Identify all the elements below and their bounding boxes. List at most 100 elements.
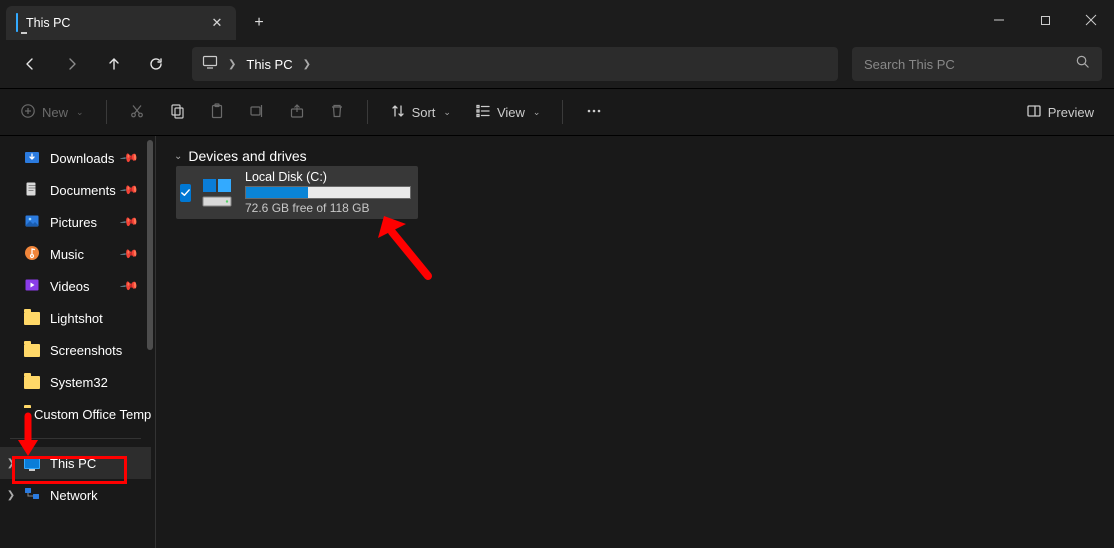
new-tab-button[interactable]: + xyxy=(242,6,276,40)
sidebar-item-music[interactable]: Music 📌 xyxy=(0,238,151,270)
new-label: New xyxy=(42,105,68,120)
new-button[interactable]: New ⌄ xyxy=(10,94,94,130)
drive-tile[interactable]: Local Disk (C:) 72.6 GB free of 118 GB xyxy=(176,166,418,219)
sidebar-item-pictures[interactable]: Pictures 📌 xyxy=(0,206,151,238)
thispc-icon xyxy=(16,14,18,32)
sidebar-item-folder[interactable]: System32 xyxy=(0,366,151,398)
drive-usage-bar xyxy=(245,186,411,199)
chevron-right-icon: ❯ xyxy=(303,59,311,70)
folder-icon xyxy=(24,344,40,357)
separator xyxy=(367,100,368,124)
sidebar-item-videos[interactable]: Videos 📌 xyxy=(0,270,151,302)
downloads-icon xyxy=(24,149,40,168)
cut-button[interactable] xyxy=(119,94,155,130)
music-icon xyxy=(24,245,40,264)
share-button[interactable] xyxy=(279,94,315,130)
documents-icon xyxy=(24,181,40,200)
maximize-button[interactable] xyxy=(1022,0,1068,40)
drive-free-text: 72.6 GB free of 118 GB xyxy=(245,201,411,215)
sidebar-item-label: System32 xyxy=(50,375,108,390)
sidebar-item-label: Screenshots xyxy=(50,343,122,358)
ellipsis-icon xyxy=(585,103,603,122)
view-icon xyxy=(475,103,491,122)
main-area: Downloads 📌 Documents 📌 Pictures 📌 Music… xyxy=(0,136,1114,548)
chevron-right-icon[interactable]: ❯ xyxy=(4,490,18,501)
chevron-right-icon[interactable]: ❯ xyxy=(4,458,18,469)
paste-button[interactable] xyxy=(199,94,235,130)
network-icon xyxy=(24,486,40,505)
chevron-down-icon: ⌄ xyxy=(443,107,451,118)
sidebar-item-folder[interactable]: Lightshot xyxy=(0,302,151,334)
sidebar-scrollbar[interactable] xyxy=(143,136,155,548)
forward-button[interactable] xyxy=(54,47,90,81)
delete-button[interactable] xyxy=(319,94,355,130)
tabbar: This PC ✕ + xyxy=(0,0,276,40)
thispc-icon xyxy=(24,457,40,469)
sidebar-item-label: Lightshot xyxy=(50,311,103,326)
tab-title: This PC xyxy=(26,16,200,30)
drive-name: Local Disk (C:) xyxy=(245,170,411,184)
search-icon xyxy=(1075,54,1090,74)
sidebar-item-downloads[interactable]: Downloads 📌 xyxy=(0,142,151,174)
copy-button[interactable] xyxy=(159,94,195,130)
view-button[interactable]: View ⌄ xyxy=(465,94,551,130)
pin-icon: 📌 xyxy=(119,276,139,296)
sidebar-item-folder[interactable]: Custom Office Templates xyxy=(0,398,151,430)
search-box[interactable] xyxy=(852,47,1102,81)
drive-icon xyxy=(199,175,235,211)
paste-icon xyxy=(209,103,225,122)
sidebar-item-network[interactable]: ❯ Network xyxy=(0,479,151,511)
sort-label: Sort xyxy=(412,105,436,120)
chevron-down-icon: ⌄ xyxy=(76,107,84,118)
chevron-down-icon: ⌄ xyxy=(533,107,541,118)
sort-icon xyxy=(390,103,406,122)
group-header[interactable]: ⌄ Devices and drives xyxy=(174,148,1098,164)
copy-icon xyxy=(169,103,185,122)
monitor-icon xyxy=(202,54,218,75)
drive-checkbox[interactable] xyxy=(180,184,191,202)
sidebar-item-label: Music xyxy=(50,247,84,262)
rename-button[interactable] xyxy=(239,94,275,130)
trash-icon xyxy=(329,103,345,122)
sidebar-item-folder[interactable]: Screenshots xyxy=(0,334,151,366)
sidebar-item-thispc[interactable]: ❯ This PC xyxy=(0,447,151,479)
breadcrumb-location[interactable]: This PC xyxy=(246,57,292,72)
titlebar: This PC ✕ + xyxy=(0,0,1114,40)
search-input[interactable] xyxy=(864,57,1075,72)
group-header-label: Devices and drives xyxy=(188,148,306,164)
sidebar-item-label: Custom Office Templates xyxy=(34,407,151,422)
sidebar: Downloads 📌 Documents 📌 Pictures 📌 Music… xyxy=(0,136,155,548)
rename-icon xyxy=(249,103,265,122)
sidebar-item-label: Pictures xyxy=(50,215,97,230)
separator xyxy=(106,100,107,124)
sidebar-item-documents[interactable]: Documents 📌 xyxy=(0,174,151,206)
preview-button[interactable]: Preview xyxy=(1016,94,1104,130)
sidebar-item-label: Documents xyxy=(50,183,116,198)
sort-button[interactable]: Sort ⌄ xyxy=(380,94,461,130)
cut-icon xyxy=(129,103,145,122)
sidebar-item-label: Videos xyxy=(50,279,90,294)
address-bar[interactable]: ❯ This PC ❯ xyxy=(192,47,838,81)
more-button[interactable] xyxy=(575,94,613,130)
minimize-button[interactable] xyxy=(976,0,1022,40)
pin-icon: 📌 xyxy=(119,180,139,200)
chevron-right-icon: ❯ xyxy=(228,59,236,70)
window-controls xyxy=(976,0,1114,40)
pin-icon: 📌 xyxy=(119,244,139,264)
close-window-button[interactable] xyxy=(1068,0,1114,40)
active-tab[interactable]: This PC ✕ xyxy=(6,6,236,40)
videos-icon xyxy=(24,277,40,296)
refresh-button[interactable] xyxy=(138,47,174,81)
folder-icon xyxy=(24,376,40,389)
pictures-icon xyxy=(24,213,40,232)
view-label: View xyxy=(497,105,525,120)
chevron-down-icon: ⌄ xyxy=(174,151,182,162)
plus-circle-icon xyxy=(20,103,36,122)
up-button[interactable] xyxy=(96,47,132,81)
sidebar-item-label: Network xyxy=(50,488,98,503)
back-button[interactable] xyxy=(12,47,48,81)
sidebar-item-label: Downloads xyxy=(50,151,114,166)
divider xyxy=(10,438,141,439)
close-tab-button[interactable]: ✕ xyxy=(208,14,226,32)
pin-icon: 📌 xyxy=(119,212,139,232)
